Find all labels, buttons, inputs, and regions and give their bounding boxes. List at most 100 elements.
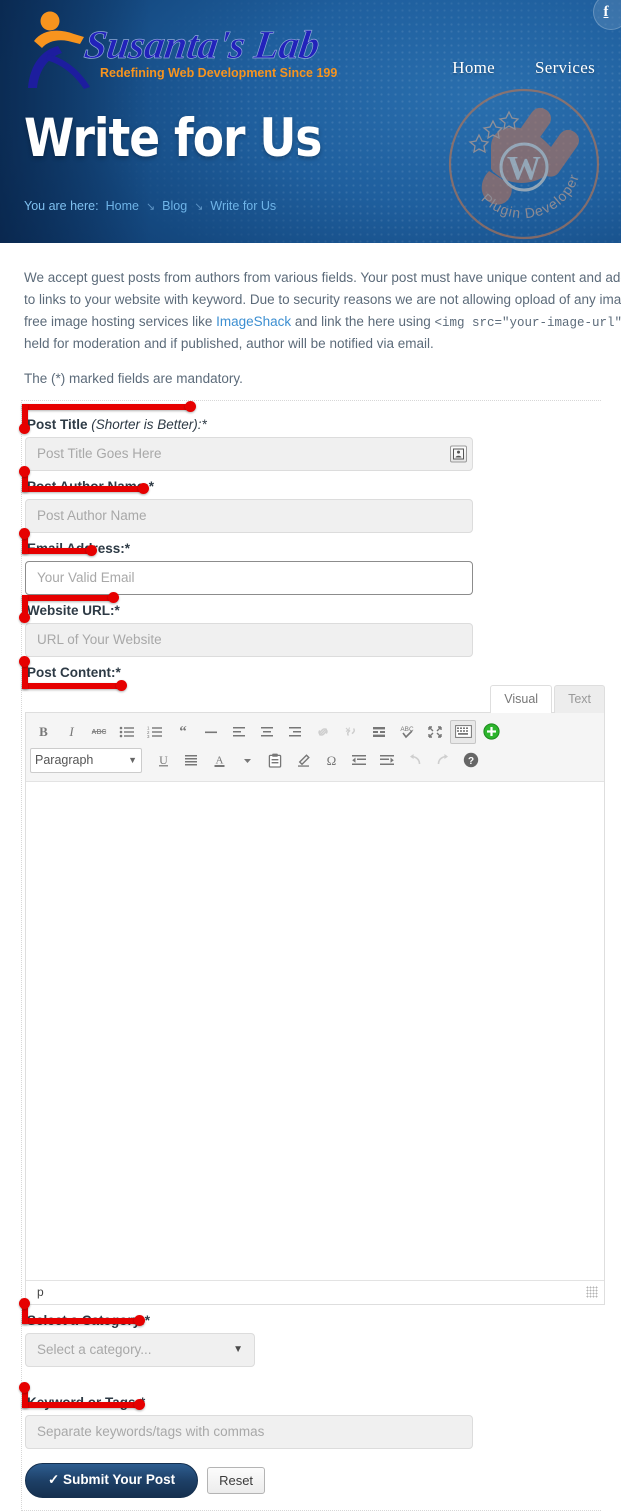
email-address-input[interactable]: [25, 561, 473, 595]
editor-toolbar-row-2: Paragraph ▼ U A: [30, 746, 600, 775]
align-right-icon[interactable]: [282, 720, 308, 744]
read-more-icon[interactable]: [366, 720, 392, 744]
field-post-content: Post Content:* Visual Text B I: [22, 659, 601, 1305]
indent-icon[interactable]: [374, 748, 400, 772]
justify-icon[interactable]: [178, 748, 204, 772]
link-icon[interactable]: [310, 720, 336, 744]
nav-item-home[interactable]: Home: [452, 58, 495, 78]
page-title: Write for Us: [24, 112, 321, 165]
editor-resize-handle[interactable]: [586, 1286, 598, 1298]
facebook-icon[interactable]: f: [593, 0, 621, 30]
editor-content-area[interactable]: [26, 782, 604, 1280]
add-media-icon[interactable]: [478, 720, 504, 744]
autofill-contact-card-icon[interactable]: [450, 445, 467, 462]
category-label: Select a Category:*: [25, 1307, 601, 1333]
mandatory-note: The (*) marked fields are mandatory.: [0, 355, 621, 386]
bold-icon[interactable]: B: [30, 720, 56, 744]
breadcrumb-item-home[interactable]: Home: [106, 199, 139, 213]
clear-format-icon[interactable]: [290, 748, 316, 772]
outdent-icon[interactable]: [346, 748, 372, 772]
site-header: Susanta's Lab Redefining Web Development…: [0, 0, 621, 243]
editor-toolbar: B I ABC 123: [26, 713, 604, 782]
svg-text:I: I: [68, 724, 74, 739]
strikethrough-icon[interactable]: ABC: [86, 720, 112, 744]
field-category: Select a Category:* Select a category...…: [22, 1307, 601, 1367]
post-title-label-hint: (Shorter is Better):*: [91, 417, 207, 432]
imageshack-link[interactable]: ImageShack: [216, 314, 291, 329]
unlink-icon[interactable]: [338, 720, 364, 744]
align-left-icon[interactable]: [226, 720, 252, 744]
post-title-input[interactable]: [25, 437, 473, 471]
chevron-down-icon: ▼: [128, 755, 137, 765]
nav-item-services[interactable]: Services: [535, 58, 595, 78]
keywords-label: Keyword or Tags:*: [25, 1389, 601, 1415]
text-color-dropdown-icon[interactable]: [234, 748, 260, 772]
svg-text:“: “: [179, 725, 187, 739]
chevron-down-icon: ▼: [233, 1344, 243, 1355]
editor-tabs: Visual Text: [25, 685, 605, 713]
svg-text:U: U: [159, 753, 168, 767]
submit-post-button[interactable]: ✓ Submit Your Post: [25, 1463, 198, 1498]
page-content: We accept guest posts from authors from …: [0, 243, 621, 1511]
site-logo[interactable]: Susanta's Lab Redefining Web Development…: [18, 8, 338, 92]
breadcrumb-separator-icon: ↘: [194, 200, 203, 213]
bullet-list-icon[interactable]: [114, 720, 140, 744]
breadcrumb-separator-icon: ↘: [146, 200, 155, 213]
spellcheck-icon[interactable]: ABC: [394, 720, 420, 744]
logo-artwork: Susanta's Lab Redefining Web Development…: [18, 8, 338, 92]
post-content-label: Post Content:*: [25, 659, 601, 685]
toolbar-toggle-icon[interactable]: [450, 720, 476, 744]
svg-text:B: B: [39, 724, 48, 739]
wordpress-plugin-developer-badge: W Plugin Developer: [445, 85, 603, 243]
post-author-input[interactable]: [25, 499, 473, 533]
breadcrumb: You are here: Home ↘ Blog ↘ Write for Us: [24, 199, 276, 213]
category-select-value: Select a category...: [37, 1342, 152, 1357]
undo-icon[interactable]: [402, 748, 428, 772]
guest-post-form: Post Title (Shorter is Better):* Post Au…: [21, 400, 601, 1511]
email-address-label: Email Address:*: [25, 535, 601, 561]
paste-as-text-icon[interactable]: [262, 748, 288, 772]
main-navigation: Home Services: [452, 58, 595, 78]
blockquote-icon[interactable]: “: [170, 720, 196, 744]
horizontal-rule-icon[interactable]: [198, 720, 224, 744]
reset-button[interactable]: Reset: [207, 1467, 265, 1494]
post-content-editor: B I ABC 123: [25, 712, 605, 1305]
special-char-icon[interactable]: Ω: [318, 748, 344, 772]
italic-icon[interactable]: I: [58, 720, 84, 744]
align-center-icon[interactable]: [254, 720, 280, 744]
field-keywords: Keyword or Tags:*: [22, 1389, 601, 1449]
form-actions: ✓ Submit Your Post Reset: [22, 1451, 601, 1498]
post-title-label: Post Title (Shorter is Better):*: [25, 411, 601, 437]
svg-text:?: ?: [468, 756, 474, 767]
tab-text[interactable]: Text: [554, 685, 605, 713]
help-icon[interactable]: ?: [458, 748, 484, 772]
text-color-icon[interactable]: A: [206, 748, 232, 772]
website-url-label: Website URL:*: [25, 597, 601, 623]
post-author-label: Post Author Name:*: [25, 473, 601, 499]
category-select[interactable]: Select a category... ▼: [25, 1333, 255, 1367]
svg-text:ABC: ABC: [91, 729, 106, 736]
svg-text:Ω: Ω: [326, 753, 336, 768]
svg-text:3: 3: [147, 734, 150, 739]
editor-status-bar: p: [26, 1280, 604, 1304]
editor-toolbar-row-1: B I ABC 123: [30, 718, 600, 746]
svg-text:A: A: [215, 754, 223, 766]
intro-text-part2: and link the here using: [291, 314, 434, 329]
tab-visual[interactable]: Visual: [490, 685, 552, 713]
redo-icon[interactable]: [430, 748, 456, 772]
svg-text:W: W: [507, 150, 541, 187]
post-title-label-main: Post Title: [27, 417, 91, 432]
editor-element-path: p: [37, 1285, 44, 1299]
keywords-input[interactable]: [25, 1415, 473, 1449]
intro-code-snippet: <img src="your-image-url" />: [435, 316, 621, 330]
format-select[interactable]: Paragraph ▼: [30, 748, 142, 773]
breadcrumb-item-blog[interactable]: Blog: [162, 199, 187, 213]
field-post-author: Post Author Name:*: [22, 473, 601, 533]
format-select-value: Paragraph: [35, 753, 93, 767]
website-url-input[interactable]: [25, 623, 473, 657]
underline-icon[interactable]: U: [150, 748, 176, 772]
fullscreen-icon[interactable]: [422, 720, 448, 744]
field-email-address: Email Address:*: [22, 535, 601, 595]
numbered-list-icon[interactable]: 123: [142, 720, 168, 744]
breadcrumb-intro: You are here:: [24, 199, 99, 213]
